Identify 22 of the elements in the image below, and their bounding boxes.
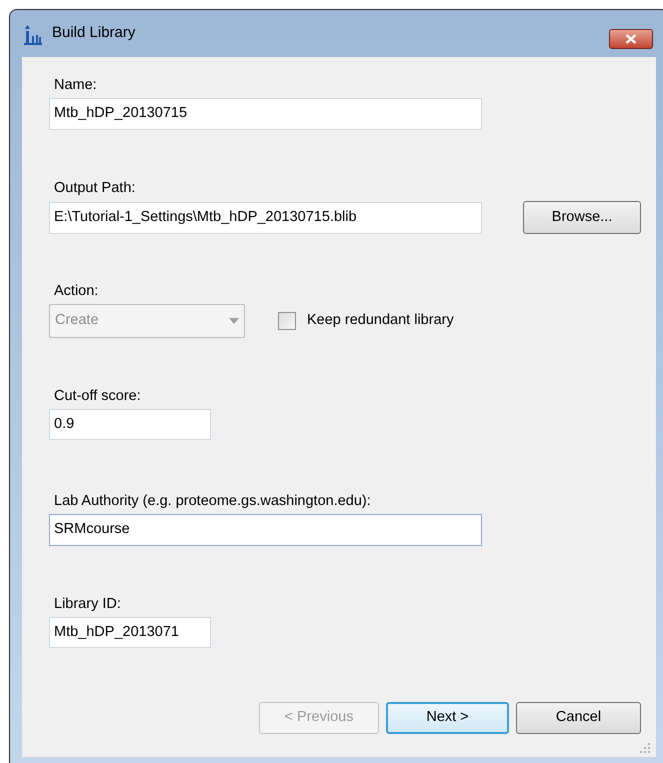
browse-button[interactable]: Browse...	[523, 201, 641, 234]
field-label: Action:	[54, 282, 100, 301]
dialog-button[interactable]: Next >	[386, 702, 509, 734]
field-label: Cut-off score:	[54, 387, 142, 406]
close-icon	[625, 34, 637, 44]
field-label: Output Path:	[54, 179, 136, 198]
dropdown-arrow-icon	[229, 318, 239, 324]
output-path-field[interactable]: E:\Tutorial-1_Settings\Mtb_hDP_20130715.blib	[49, 202, 482, 234]
checkbox[interactable]	[278, 312, 296, 330]
cutoff-score-field[interactable]: 0.9	[49, 409, 211, 440]
name-field[interactable]: Mtb_hDP_20130715	[49, 98, 482, 130]
dialog-button[interactable]: Cancel	[516, 702, 641, 734]
resize-grip-icon	[640, 743, 650, 753]
field-label: Name:	[54, 76, 98, 95]
app-icon	[22, 22, 44, 44]
library-id-field[interactable]: Mtb_hDP_2013071	[49, 617, 211, 648]
checkbox-label: Keep redundant library	[307, 311, 454, 330]
field-label: Lab Authority (e.g. proteome.gs.washington.edu):	[54, 492, 372, 511]
lab-authority-field[interactable]: SRMcourse	[49, 514, 482, 546]
window-title: Build Library	[52, 23, 136, 44]
close-button[interactable]	[609, 29, 653, 49]
field-label: Library ID:	[54, 595, 122, 614]
